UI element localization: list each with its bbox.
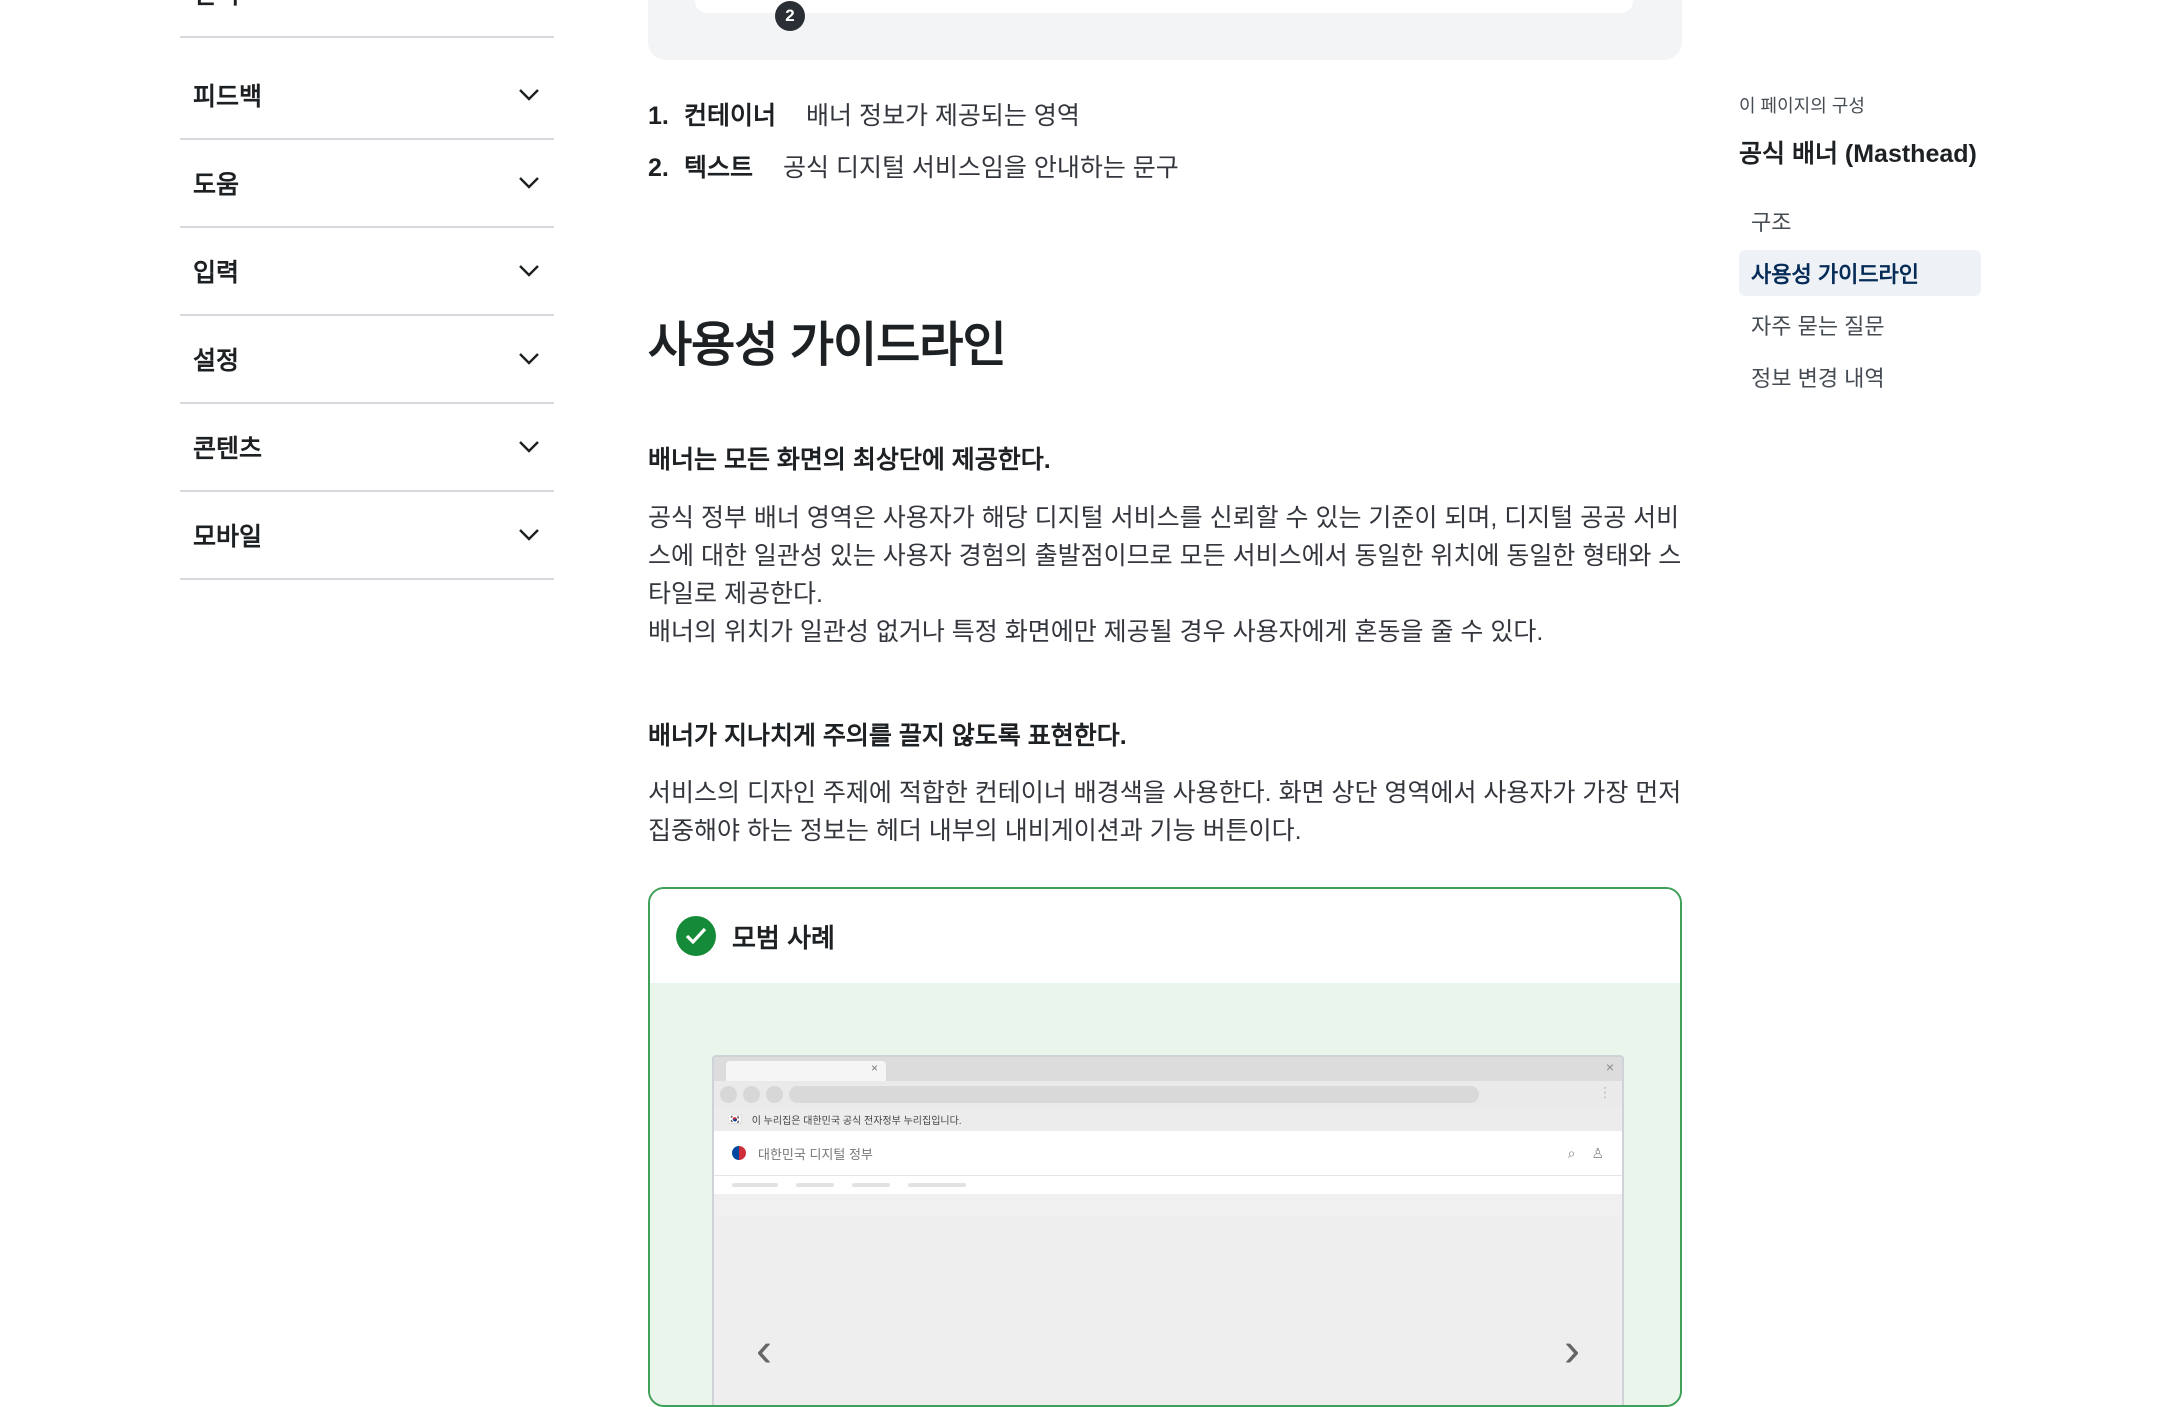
close-icon: ×: [1605, 1059, 1614, 1075]
good-example-preview: × × ⋮ 🇰🇷 이 누리집은 대한민국 공식 전자정부 누리집입니다. 대한민…: [650, 983, 1680, 1405]
guideline-heading: 배너는 모든 화면의 최상단에 제공한다.: [648, 446, 1051, 474]
browser-mockup: × × ⋮ 🇰🇷 이 누리집은 대한민국 공식 전자정부 누리집입니다. 대한민…: [712, 1055, 1624, 1405]
sidebar-item-label: 설정: [193, 347, 240, 375]
table-of-contents: 이 페이지의 구성 공식 배너 (Masthead) 구조 사용성 가이드라인 …: [1739, 92, 1981, 406]
sidebar-item-label: 입력: [193, 259, 240, 287]
check-icon: [676, 916, 716, 956]
chevron-left-icon: ‹: [756, 1324, 772, 1377]
mock-nav-item: [908, 1183, 966, 1187]
mock-masthead: 🇰🇷 이 누리집은 대한민국 공식 전자정부 누리집입니다.: [714, 1107, 1622, 1131]
sidebar-item-settings[interactable]: 설정: [180, 316, 554, 404]
toc-item-change-history[interactable]: 정보 변경 내역: [1739, 354, 1981, 400]
chevron-right-icon: ›: [1564, 1324, 1580, 1377]
guideline-heading: 배너가 지나치게 주의를 끌지 않도록 표현한다.: [648, 722, 1127, 750]
close-icon: ×: [870, 1061, 878, 1075]
list-description: 공식 디지털 서비스임을 안내하는 문구: [783, 154, 1179, 182]
list-item: 1. 컨테이너 배너 정보가 제공되는 영역: [648, 96, 1179, 148]
flag-icon: 🇰🇷: [728, 1113, 742, 1126]
chevron-down-icon: [519, 353, 539, 365]
user-icon: ♙: [1591, 1145, 1604, 1161]
guideline-paragraph: 배너의 위치가 일관성 없거나 특정 화면에만 제공될 경우 사용자에게 혼동을…: [648, 618, 1544, 646]
guideline-paragraph: 서비스의 디자인 주제에 적합한 컨테이너 배경색을 사용한다. 화면 상단 영…: [648, 779, 1682, 845]
menu-icon: ⋮: [1598, 1084, 1612, 1100]
chevron-down-icon: [519, 441, 539, 453]
chevron-down-icon: [519, 177, 539, 189]
structure-figure-banner: [695, 0, 1633, 13]
mock-nav: [714, 1176, 1622, 1194]
search-icon: ⌕: [1567, 1145, 1576, 1161]
structure-figure: 2: [648, 0, 1682, 60]
section-title: 사용성 가이드라인: [648, 319, 1007, 372]
sidebar-item-label: 피드백: [193, 83, 263, 111]
sidebar-item-input[interactable]: 입력: [180, 228, 554, 316]
mock-nav-item: [732, 1183, 778, 1187]
browser-tabbar: × ×: [714, 1057, 1622, 1081]
sidebar-item-label: 콘텐츠: [193, 435, 263, 463]
toc-caption: 이 페이지의 구성: [1739, 96, 1865, 116]
address-bar: [789, 1085, 1479, 1103]
sidebar-item-content[interactable]: 콘텐츠: [180, 404, 554, 492]
structure-list: 1. 컨테이너 배너 정보가 제공되는 영역 2. 텍스트 공식 디지털 서비스…: [648, 96, 1179, 200]
sidebar-nav: 선택 피드백 도움 입력 설정 콘텐츠 모바일: [180, 0, 554, 580]
mock-carousel: ‹ ›: [714, 1217, 1622, 1405]
forward-icon: [743, 1085, 760, 1103]
mock-nav-item: [852, 1183, 890, 1187]
toc-item-structure[interactable]: 구조: [1739, 198, 1981, 244]
back-icon: [720, 1085, 737, 1103]
good-example-title: 모범 사례: [732, 922, 835, 953]
list-index: 2.: [648, 154, 669, 182]
good-example-header: 모범 사례: [650, 889, 1680, 983]
list-index: 1.: [648, 102, 669, 130]
toc-item-faq[interactable]: 자주 묻는 질문: [1739, 302, 1981, 348]
good-example-card: 모범 사례 × × ⋮ 🇰🇷 이 누리집은 대한민국 공식 전자정부 누리집입니…: [648, 887, 1682, 1407]
mock-site-header: 대한민국 디지털 정부 ⌕ ♙: [714, 1131, 1622, 1176]
mock-site-name: 대한민국 디지털 정부: [758, 1146, 873, 1162]
toc-item-usability-guidelines[interactable]: 사용성 가이드라인: [1739, 250, 1981, 296]
browser-urlbar: ⋮: [714, 1081, 1622, 1107]
sidebar-item-feedback[interactable]: 피드백: [180, 52, 554, 140]
list-description: 배너 정보가 제공되는 영역: [806, 102, 1080, 130]
toc-title: 공식 배너 (Masthead): [1739, 140, 1977, 168]
list-item: 2. 텍스트 공식 디지털 서비스임을 안내하는 문구: [648, 148, 1179, 200]
list-term: 텍스트: [684, 154, 754, 182]
browser-tab: ×: [726, 1061, 886, 1081]
chevron-down-icon: [519, 89, 539, 101]
sidebar-item-label: 선택: [193, 0, 239, 11]
logo-icon: [732, 1146, 746, 1160]
chevron-down-icon: [519, 265, 539, 277]
structure-marker: 2: [775, 1, 805, 31]
guideline-paragraph: 공식 정부 배너 영역은 사용자가 해당 디지털 서비스를 신뢰할 수 있는 기…: [648, 504, 1682, 608]
mock-masthead-text: 이 누리집은 대한민국 공식 전자정부 누리집입니다.: [751, 1115, 962, 1127]
sidebar-item-mobile[interactable]: 모바일: [180, 492, 554, 580]
list-term: 컨테이너: [684, 102, 777, 130]
reload-icon: [766, 1085, 783, 1103]
mock-nav-item: [796, 1183, 834, 1187]
sidebar-item-help[interactable]: 도움: [180, 140, 554, 228]
sidebar-item-label: 모바일: [193, 523, 263, 551]
sidebar-item-select[interactable]: 선택: [180, 0, 554, 38]
chevron-down-icon: [519, 529, 539, 541]
sidebar-item-label: 도움: [193, 171, 240, 199]
